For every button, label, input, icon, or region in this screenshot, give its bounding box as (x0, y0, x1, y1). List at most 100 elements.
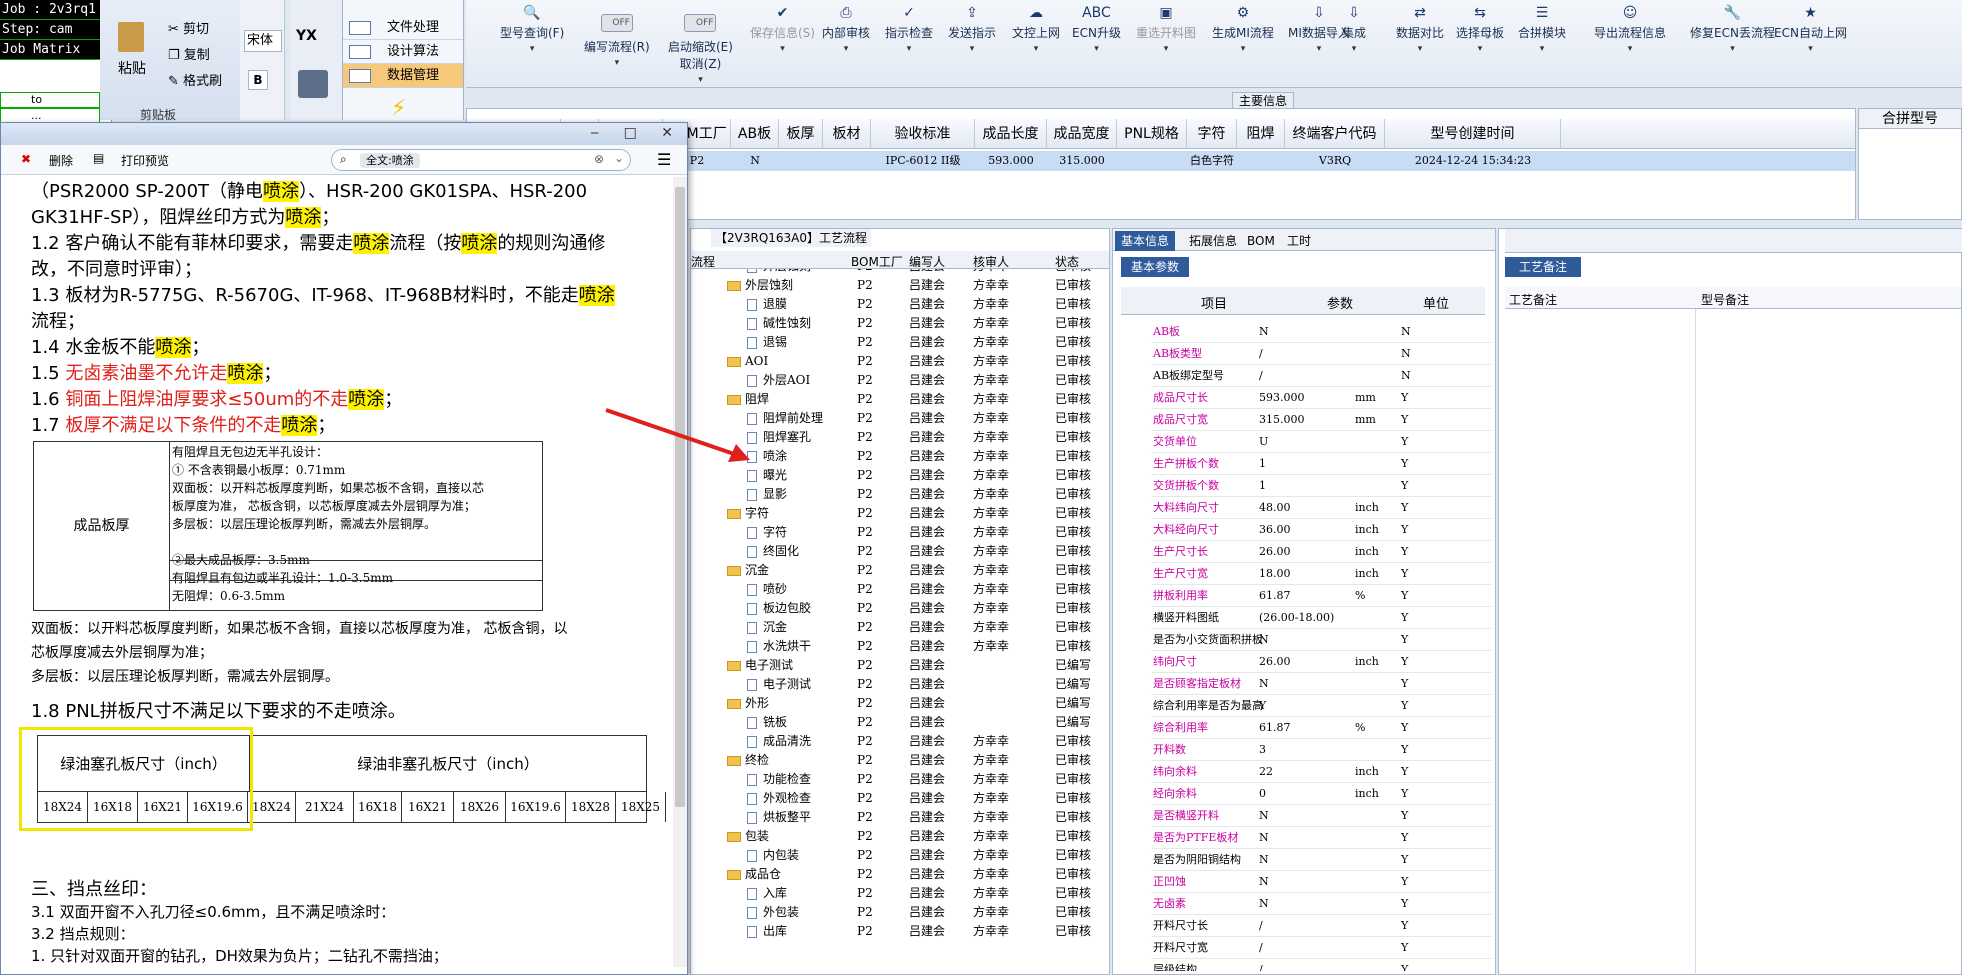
tree-item[interactable]: 外包装 P2 吕建会 方幸幸 已审核 (691, 903, 1109, 922)
tab[interactable]: 拓展信息 (1183, 231, 1243, 251)
tree-folder[interactable]: 外层蚀刻 P2 吕建会 方幸幸 已审核 (691, 276, 1109, 295)
matrix-row[interactable]: to (0, 92, 100, 108)
column-header[interactable]: 阻焊 (1237, 119, 1285, 149)
column-header[interactable]: 板厚 (779, 119, 823, 149)
chevron-down-icon[interactable]: ▾ (1288, 44, 1350, 54)
column-header[interactable]: 板材 (823, 119, 871, 149)
toolbar-button[interactable]: OFF 启动缩改(E) 取消(Z) ▾ (668, 6, 733, 85)
job-matrix-grid[interactable]: to ... (0, 92, 100, 124)
tree-folder[interactable]: 终检 P2 吕建会 方幸幸 已审核 (691, 751, 1109, 770)
tree-item[interactable]: 沉金 P2 吕建会 方幸幸 已审核 (691, 618, 1109, 637)
toolbar-button[interactable]: 🔍 型号查询(F) ▾ (500, 6, 564, 54)
toolbar-button[interactable]: ▣ 重选开料图 ▾ (1136, 6, 1196, 54)
param-row[interactable]: 交货单位 U Y (1151, 431, 1491, 453)
chevron-down-icon[interactable]: ⌄ (614, 151, 624, 165)
tree-item[interactable]: 字符 P2 吕建会 方幸幸 已审核 (691, 523, 1109, 542)
tree-item[interactable]: 水洗烘干 P2 吕建会 方幸幸 已审核 (691, 637, 1109, 656)
print-preview-button[interactable]: 打印预览 (121, 152, 169, 169)
column-header[interactable]: 字符 (1187, 119, 1237, 149)
chevron-down-icon[interactable]: ▾ (1136, 44, 1196, 54)
param-row[interactable]: AB板 N N (1151, 321, 1491, 343)
chevron-down-icon[interactable]: ▾ (1396, 44, 1444, 54)
chevron-down-icon[interactable]: ▾ (500, 44, 564, 54)
param-row[interactable]: 开料尺寸长 / Y (1151, 915, 1491, 937)
tree-item[interactable]: 功能检查 P2 吕建会 方幸幸 已审核 (691, 770, 1109, 789)
param-row[interactable]: 正凹蚀 N Y (1151, 871, 1491, 893)
param-row[interactable]: 生产尺寸长 26.00 inch Y (1151, 541, 1491, 563)
nav-item-algo[interactable]: 设计算法 (343, 40, 463, 64)
tree-item[interactable]: 退膜 P2 吕建会 方幸幸 已审核 (691, 295, 1109, 314)
param-row[interactable]: 经向余料 0 inch Y (1151, 783, 1491, 805)
column-header[interactable]: 验收标准 (871, 119, 975, 149)
param-row[interactable]: 开料尺寸宽 / Y (1151, 937, 1491, 959)
tree-folder[interactable]: 沉金 P2 吕建会 方幸幸 已审核 (691, 561, 1109, 580)
toolbar-button[interactable]: ☺ 导出流程信息 ▾ (1594, 6, 1666, 54)
chevron-down-icon[interactable]: ▾ (1072, 44, 1121, 54)
tree-column-header[interactable]: BOM工厂 (851, 253, 903, 270)
toolbar-button[interactable]: ABC ECN升级 ▾ (1072, 6, 1121, 54)
param-row[interactable]: 开料数 3 Y (1151, 739, 1491, 761)
param-row[interactable]: 成品尺寸长 593.000 mm Y (1151, 387, 1491, 409)
delete-button[interactable]: 删除 (49, 152, 73, 169)
toolbar-button[interactable]: ✓ 指示检查 ▾ (885, 6, 933, 54)
toolbar-button[interactable]: ⇪ 发送指示 ▾ (948, 6, 996, 54)
tab[interactable]: 工时 (1281, 231, 1317, 251)
param-row[interactable]: 综合利用率 61.87% Y (1151, 717, 1491, 739)
doc-titlebar[interactable]: ‒ □ ✕ (1, 123, 687, 145)
toolbar-button[interactable]: ⎙ 内部审核 ▾ (822, 6, 870, 54)
format-painter-button[interactable]: ✎ 格式刷 (168, 70, 222, 89)
param-row[interactable]: 交货拼板个数 1 Y (1151, 475, 1491, 497)
chevron-down-icon[interactable]: ▾ (1594, 44, 1666, 54)
paste-button[interactable]: 粘贴 (118, 58, 146, 78)
tree-column-header[interactable]: 核审人 (973, 253, 1009, 270)
tree-item[interactable]: 碱性蚀刻 P2 吕建会 方幸幸 已审核 (691, 314, 1109, 333)
tree-folder[interactable]: 字符 P2 吕建会 方幸幸 已审核 (691, 504, 1109, 523)
param-row[interactable]: 纬向余料 22 inch Y (1151, 761, 1491, 783)
param-row[interactable]: AB板绑定型号 / N (1151, 365, 1491, 387)
param-row[interactable]: 生产尺寸宽 18.00 inch Y (1151, 563, 1491, 585)
param-row[interactable]: 纬向尺寸 26.00 inch Y (1151, 651, 1491, 673)
yx-icon[interactable]: YX (296, 28, 317, 44)
param-row[interactable]: 是否为小交货面积拼板 N Y (1151, 629, 1491, 651)
notes-tab[interactable]: 工艺备注 (1505, 257, 1582, 277)
cut-button[interactable]: ✂ 剪切 (168, 18, 209, 37)
toolbar-button[interactable]: ⚙ 生成MI流程 ▾ (1212, 6, 1274, 54)
toolbar-button[interactable]: ⇆ 选择母板 ▾ (1456, 6, 1504, 54)
tree-body[interactable]: 外层蚀刻P2吕建会方幸幸已审核外层蚀刻P2吕建会方幸幸已审核退膜P2吕建会方幸幸… (691, 269, 1109, 969)
chevron-down-icon[interactable]: ▾ (1774, 44, 1847, 54)
toolbar-button[interactable]: ★ ECN自动上网 ▾ (1774, 6, 1847, 54)
tree-column-header[interactable]: 编写人 (909, 253, 945, 270)
tree-folder[interactable]: 外形 P2 吕建会 已编写 (691, 694, 1109, 713)
clear-icon[interactable]: ⊗ (594, 152, 604, 166)
doc-scrollbar[interactable] (673, 177, 687, 967)
tree-item[interactable]: 成品清洗 P2 吕建会 方幸幸 已审核 (691, 732, 1109, 751)
chevron-down-icon[interactable]: ▾ (1212, 44, 1274, 54)
param-row[interactable]: 横竖开料图纸 (26.00-18.00) Y (1151, 607, 1491, 629)
tree-column-header[interactable]: 流程 (691, 253, 715, 270)
param-row[interactable]: 综合利用率是否为最高 Y Y (1151, 695, 1491, 717)
tree-folder[interactable]: 电子测试 P2 吕建会 已编写 (691, 656, 1109, 675)
chevron-down-icon[interactable]: ▾ (1456, 44, 1504, 54)
tree-item[interactable]: 外层蚀刻 P2 吕建会 方幸幸 已审核 (691, 269, 1109, 276)
param-row[interactable]: 是否为阴阳铜结构 N Y (1151, 849, 1491, 871)
chevron-down-icon[interactable]: ▾ (1518, 44, 1566, 54)
toolbar-button[interactable]: ⇩ 集成 ▾ (1342, 6, 1366, 54)
toolbar-button[interactable]: ☁ 文控上网 ▾ (1012, 6, 1060, 54)
basic-params-tab[interactable]: 基本参数 (1121, 257, 1190, 277)
tree-item[interactable]: 外观检查 P2 吕建会 方幸幸 已审核 (691, 789, 1109, 808)
nav-item-data[interactable]: 数据管理 (343, 64, 463, 88)
window-controls[interactable]: ‒ □ ✕ (590, 125, 683, 141)
toggle-switch[interactable]: OFF (600, 14, 633, 32)
chevron-down-icon[interactable]: ▾ (750, 44, 815, 54)
copy-button[interactable]: ❐ 复制 (168, 44, 210, 63)
calculator-icon[interactable] (298, 70, 328, 98)
nav-item-file[interactable]: 文件处理 (343, 16, 463, 40)
param-row[interactable]: 是否横竖开料 N Y (1151, 805, 1491, 827)
chevron-down-icon[interactable]: ▾ (1690, 44, 1775, 54)
chevron-down-icon[interactable]: ▾ (948, 44, 996, 54)
tree-item[interactable]: 入库 P2 吕建会 方幸幸 已审核 (691, 884, 1109, 903)
chevron-down-icon[interactable]: ▾ (885, 44, 933, 54)
column-header[interactable]: PNL规格 (1117, 119, 1187, 149)
tree-item[interactable]: 电子测试 P2 吕建会 已编写 (691, 675, 1109, 694)
tree-item[interactable]: 显影 P2 吕建会 方幸幸 已审核 (691, 485, 1109, 504)
